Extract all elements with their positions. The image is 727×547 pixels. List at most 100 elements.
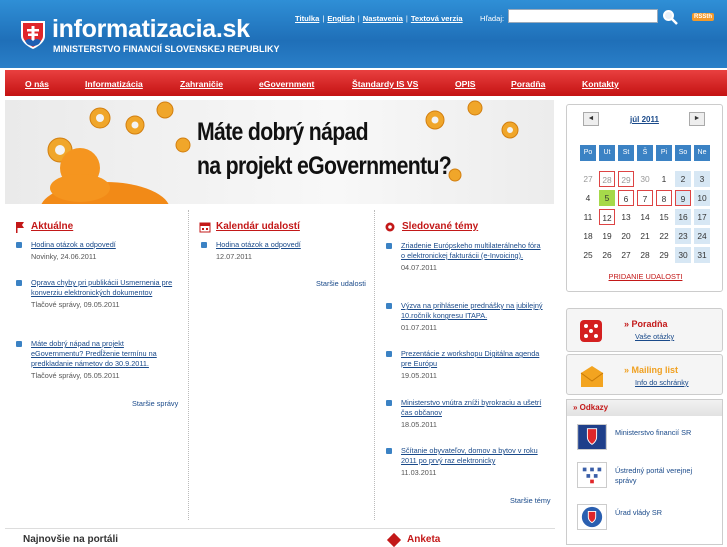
odkaz-label[interactable]: Úrad vlády SR (615, 508, 715, 518)
calendar-day[interactable]: 10 (694, 190, 710, 206)
calendar-day[interactable]: 8 (656, 190, 672, 206)
rss-badge[interactable]: RSSth (692, 13, 714, 21)
calendar-day[interactable]: 16 (675, 209, 691, 225)
calendar-day[interactable]: 9 (675, 190, 691, 206)
calendar-day[interactable]: 24 (694, 228, 710, 244)
calendar-day[interactable]: 31 (694, 247, 710, 263)
anketa-heading[interactable]: Anketa (407, 534, 440, 545)
calendar-day[interactable]: 25 (580, 247, 596, 263)
calendar-prev-button[interactable]: ◄ (583, 112, 599, 126)
list-item: Sčítanie obyvateľov, domov a bytov v rok… (386, 446, 546, 478)
calendar-day[interactable]: 11 (580, 209, 596, 225)
calendar-day[interactable]: 18 (580, 228, 596, 244)
search-label: Hľadaj: (480, 14, 505, 23)
older-events-link[interactable]: Staršie udalosti (316, 279, 366, 288)
nav-zahranicie[interactable]: Zahraničie (180, 79, 223, 89)
calendar-day[interactable]: 20 (618, 228, 634, 244)
older-news-link[interactable]: Staršie správy (132, 399, 178, 408)
poradna-title[interactable]: » Poradňa (624, 319, 668, 329)
topic-link[interactable]: Prezentácie z workshopu Digitálna agenda… (401, 349, 546, 369)
calendar-day[interactable]: 6 (618, 190, 634, 206)
poradna-subtitle[interactable]: Vaše otázky (635, 332, 674, 341)
topic-link[interactable]: Sčítanie obyvateľov, domov a bytov v rok… (401, 446, 546, 466)
banner-headline-line1: Máte dobrý nápad (197, 118, 369, 146)
column-divider (188, 210, 189, 520)
calendar-day[interactable]: 28 (637, 247, 653, 263)
calendar-day[interactable]: 19 (599, 228, 615, 244)
calendar-day[interactable]: 4 (580, 190, 596, 206)
odkaz-label[interactable]: Ministerstvo financií SR (615, 428, 715, 438)
calendar-day[interactable]: 30 (675, 247, 691, 263)
kalendar-heading[interactable]: Kalendár udalostí (216, 221, 300, 232)
odkaz-label[interactable]: Ústredný portál verejnej správy (615, 466, 715, 486)
calendar-weekday: St (618, 145, 634, 161)
topic-meta: 01.07.2011 (401, 323, 437, 332)
aktualne-heading[interactable]: Aktuálne (31, 221, 73, 232)
bottom-section: Najnovšie na portáli Anketa (5, 528, 555, 547)
calendar-day[interactable]: 28 (599, 171, 615, 187)
search-input[interactable] (508, 9, 658, 23)
link-english[interactable]: English (327, 14, 354, 23)
mailing-box[interactable]: » Mailing list Info do schránky (566, 354, 723, 395)
link-textova-verzia[interactable]: Textová verzia (411, 14, 463, 23)
mailing-title[interactable]: » Mailing list (624, 365, 678, 375)
nav-standardy[interactable]: Štandardy IS VS (352, 79, 418, 89)
calendar-day[interactable]: 22 (656, 228, 672, 244)
calendar-day[interactable]: 23 (675, 228, 691, 244)
news-link[interactable]: Hodina otázok a odpovedí (31, 240, 176, 250)
bullet-icon (386, 400, 392, 406)
calendar-day[interactable]: 14 (637, 209, 653, 225)
calendar-day[interactable]: 15 (656, 209, 672, 225)
mailing-subtitle[interactable]: Info do schránky (635, 378, 689, 387)
nav-opis[interactable]: OPIS (455, 79, 476, 89)
poradna-box[interactable]: » Poradňa Vaše otázky (566, 308, 723, 352)
older-topics-link[interactable]: Staršie témy (510, 496, 551, 505)
calendar-month[interactable]: júl 2011 (617, 115, 672, 124)
topic-meta: 04.07.2011 (401, 263, 437, 272)
calendar-icon (199, 222, 211, 233)
calendar-day[interactable]: 13 (618, 209, 634, 225)
calendar-day[interactable]: 7 (637, 190, 653, 206)
calendar-day[interactable]: 17 (694, 209, 710, 225)
nav-o-nas[interactable]: O nás (25, 79, 49, 89)
list-item: Hodina otázok a odpovedí Novinky, 24.06.… (16, 240, 176, 262)
calendar-day[interactable]: 29 (618, 171, 634, 187)
sledovane-heading[interactable]: Sledované témy (402, 221, 478, 232)
search-icon[interactable] (662, 9, 678, 25)
topic-link[interactable]: Zriadenie Európskeho multilaterálneho fó… (401, 241, 546, 261)
calendar-day[interactable]: 3 (694, 171, 710, 187)
odkaz-item[interactable]: Úrad vlády SR (575, 504, 721, 532)
calendar-day[interactable]: 30 (637, 171, 653, 187)
topic-link[interactable]: Ministerstvo vnútra zníži byrokraciu a u… (401, 398, 546, 418)
calendar-day[interactable]: 5 (599, 190, 615, 206)
calendar-day[interactable]: 27 (580, 171, 596, 187)
calendar-day[interactable]: 1 (656, 171, 672, 187)
link-nastavenia[interactable]: Nastavenia (363, 14, 403, 23)
link-titulka[interactable]: Titulka (295, 14, 319, 23)
nav-kontakty[interactable]: Kontakty (582, 79, 619, 89)
calendar-day[interactable]: 12 (599, 209, 615, 225)
top-links: Titulka | English | Nastavenia | Textová ve… (295, 14, 463, 23)
odkaz-item[interactable]: Ministerstvo financií SR (575, 424, 721, 452)
site-title[interactable]: informatizacia.sk (52, 15, 250, 44)
calendar-day[interactable]: 29 (656, 247, 672, 263)
nav-informatizacia[interactable]: Informatizácia (85, 79, 143, 89)
calendar-day[interactable]: 27 (618, 247, 634, 263)
calendar-day[interactable]: 2 (675, 171, 691, 187)
list-item: Hodina otázok a odpovedí 12.07.2011 (201, 240, 361, 262)
odkaz-item[interactable]: Ústredný portál verejnej správy (575, 462, 721, 490)
news-link[interactable]: Oprava chyby pri publikácii Usmernenia p… (31, 278, 176, 298)
calendar-day[interactable]: 26 (599, 247, 615, 263)
calendar-next-button[interactable]: ► (689, 112, 705, 126)
topic-link[interactable]: Výzva na prihlásenie prednášky na jubile… (401, 301, 546, 321)
add-event-link[interactable]: PRIDANIE UDALOSTI (567, 272, 724, 281)
banner[interactable]: Máte dobrý nápad na projekt eGovernmentu… (5, 100, 554, 204)
gear-icon (385, 222, 395, 232)
news-link[interactable]: Máte dobrý nápad na projekt eGovernmentu… (31, 339, 176, 369)
list-item: Máte dobrý nápad na projekt eGovernmentu… (16, 339, 176, 381)
event-link[interactable]: Hodina otázok a odpovedí (216, 240, 361, 250)
list-item: Ministerstvo vnútra zníži byrokraciu a u… (386, 398, 546, 430)
nav-poradna[interactable]: Poradňa (511, 79, 545, 89)
calendar-day[interactable]: 21 (637, 228, 653, 244)
nav-egovernment[interactable]: eGovernment (259, 79, 314, 89)
